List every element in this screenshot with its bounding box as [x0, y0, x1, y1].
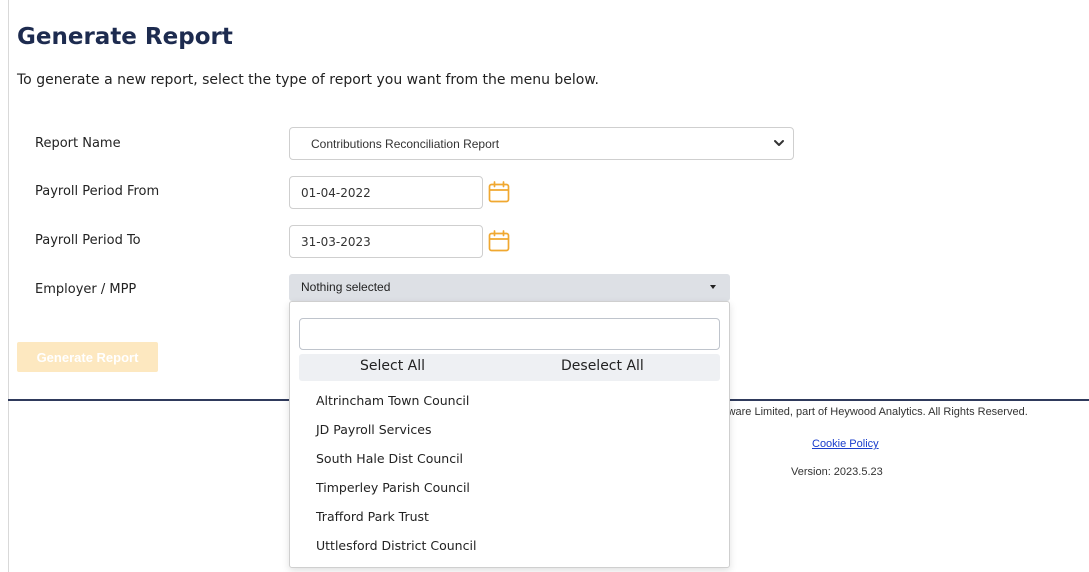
page-left-border: [8, 0, 9, 572]
employer-option[interactable]: Altrincham Town Council: [290, 386, 729, 415]
cookie-policy-link[interactable]: Cookie Policy: [812, 438, 879, 450]
deselect-all-button[interactable]: Deselect All: [561, 358, 644, 374]
version-text: Version: 2023.5.23: [791, 466, 883, 478]
page-title: Generate Report: [17, 24, 233, 50]
chevron-down-icon: [774, 140, 784, 146]
employer-dropdown-menu: Select All Deselect All Altrincham Town …: [289, 301, 730, 568]
footer-copyright-text: Software Limited, part of Heywood Analyt…: [708, 406, 1028, 418]
calendar-icon[interactable]: [487, 180, 511, 204]
report-name-label: Report Name: [35, 136, 121, 151]
report-name-value: Contributions Reconciliation Report: [311, 137, 500, 151]
select-actions-bar: Select All Deselect All: [299, 354, 720, 381]
employer-option[interactable]: Trafford Park Trust: [290, 502, 729, 531]
period-to-label: Payroll Period To: [35, 233, 141, 248]
employer-option[interactable]: Timperley Parish Council: [290, 473, 729, 502]
period-from-input[interactable]: [289, 176, 483, 209]
employer-option[interactable]: Uttlesford District Council: [290, 531, 729, 560]
report-name-select[interactable]: Contributions Reconciliation Report: [289, 127, 794, 160]
generate-report-button[interactable]: Generate Report: [17, 342, 158, 372]
select-all-button[interactable]: Select All: [360, 358, 425, 374]
employer-search-input[interactable]: [299, 318, 720, 350]
employer-label: Employer / MPP: [35, 282, 137, 297]
period-to-input[interactable]: [289, 225, 483, 258]
employer-option-list: Altrincham Town Council JD Payroll Servi…: [290, 386, 729, 560]
employer-option[interactable]: South Hale Dist Council: [290, 444, 729, 473]
calendar-icon[interactable]: [487, 229, 511, 253]
footer-copyright: Software Limited, part of Heywood Analyt…: [708, 406, 1036, 418]
period-from-label: Payroll Period From: [35, 184, 160, 199]
employer-option[interactable]: JD Payroll Services: [290, 415, 729, 444]
employer-value: Nothing selected: [301, 280, 391, 294]
employer-multiselect[interactable]: Nothing selected: [289, 274, 730, 301]
page-intro: To generate a new report, select the typ…: [17, 72, 599, 88]
caret-down-icon: [710, 285, 716, 289]
